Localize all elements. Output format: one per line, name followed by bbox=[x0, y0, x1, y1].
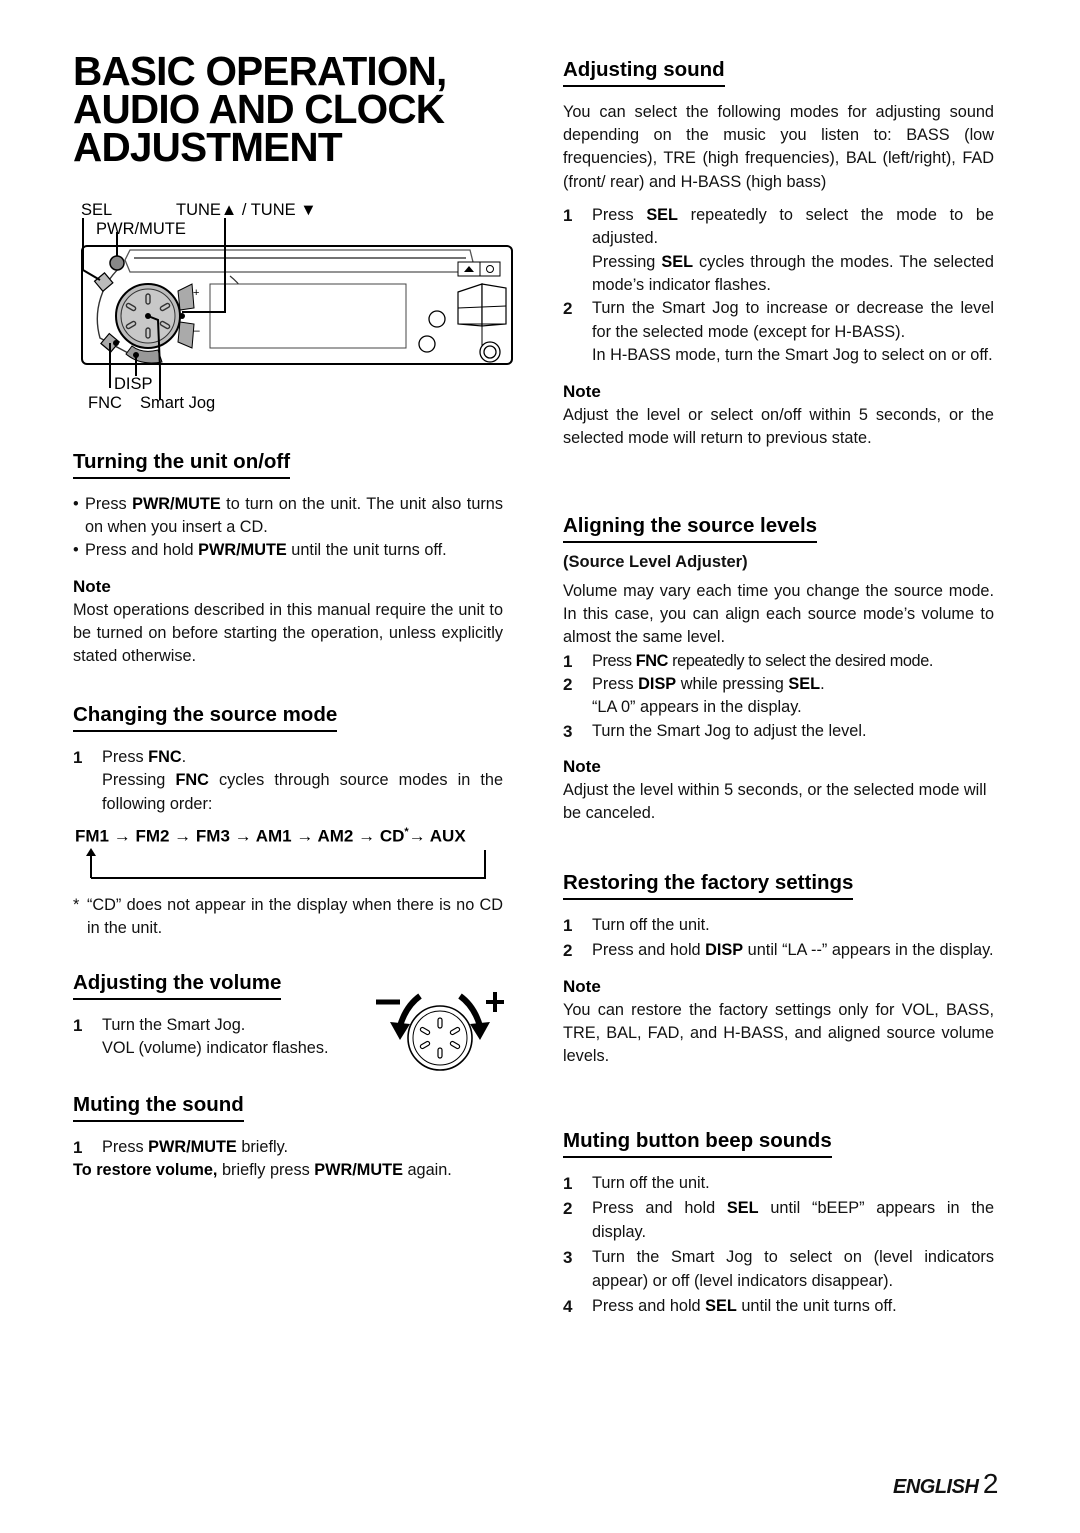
bullet-dot: • bbox=[73, 495, 79, 513]
bullet-item: • Press PWR/MUTE to turn on the unit. The… bbox=[73, 495, 503, 537]
bullet-dot: • bbox=[73, 541, 79, 560]
title-line: AUDIO AND CLOCK bbox=[73, 86, 445, 132]
section-heading: Aligning the source levels bbox=[563, 514, 818, 543]
footnote-mark: * bbox=[73, 896, 80, 914]
step-number: 1 bbox=[73, 748, 83, 767]
step-number: 1 bbox=[73, 1138, 83, 1157]
section-turning-on-off: Turning the unit on/off • Press PWR/MUTE … bbox=[73, 450, 503, 668]
step-number: 3 bbox=[563, 721, 573, 741]
step-item: 3 Turn the Smart Jog to adjust the level… bbox=[563, 720, 994, 743]
step-item: 1 Press PWR/MUTE briefly. bbox=[73, 1136, 513, 1159]
smart-jog-rotation-icon bbox=[376, 992, 504, 1071]
step-number: 2 bbox=[563, 675, 573, 695]
step-item: 1 Press SEL repeatedly to select the mod… bbox=[563, 205, 994, 295]
section-adjusting-sound: Adjusting sound You can select the follo… bbox=[563, 58, 994, 450]
section-muting-beep-sounds: Muting button beep sounds 1 Turn off the… bbox=[563, 1129, 994, 1318]
step-item: 2 Press and hold SEL until “bEEP” appear… bbox=[563, 1199, 994, 1241]
fnc-label: FNC bbox=[88, 394, 122, 412]
intro-text: You can select the following modes for a… bbox=[563, 103, 994, 191]
note-label: Note bbox=[563, 381, 601, 401]
tune-label: TUNE▲ / TUNE ▼ bbox=[176, 201, 317, 219]
step-number: 3 bbox=[563, 1248, 573, 1268]
step-number: 1 bbox=[73, 1016, 83, 1035]
step-item: 2 Press DISP while pressing SEL. “LA 0” … bbox=[563, 675, 825, 717]
step-number: 1 bbox=[563, 1174, 573, 1193]
cycle-return-arrow-icon bbox=[86, 848, 486, 879]
step-item: 2 Turn the Smart Jog to increase or decr… bbox=[563, 299, 994, 365]
bullet-item: • Press and hold PWR/MUTE until the unit … bbox=[73, 539, 503, 562]
sel-label: SEL bbox=[81, 201, 113, 219]
svg-text:–: – bbox=[193, 323, 200, 337]
subheading: (Source Level Adjuster) bbox=[563, 553, 748, 571]
step-number: 2 bbox=[563, 1199, 573, 1219]
section-heading: Adjusting the volume bbox=[73, 971, 282, 1000]
step-item: 1 Turn off the unit. bbox=[563, 914, 994, 937]
title-line: BASIC OPERATION, bbox=[73, 48, 447, 94]
step-item: 1 Press FNC repeatedly to select the des… bbox=[563, 650, 994, 673]
source-mode-cycle-diagram: FM1 → FM2 → FM3 → AM1 → AM2 → CD*→ AUX bbox=[75, 826, 505, 882]
step-number: 2 bbox=[563, 941, 573, 961]
restore-volume-text: To restore volume, briefly press PWR/MUT… bbox=[73, 1161, 452, 1180]
section-muting-sound: Muting the sound 1 Press PWR/MUTE briefl… bbox=[73, 1093, 513, 1183]
page-footer: ENGLISH 2 bbox=[893, 1468, 998, 1500]
device-diagram: + – SEL TUNE▲ / TUNE ▼ PWR/MUTE DISP FNC… bbox=[70, 196, 520, 416]
step-number: 1 bbox=[563, 916, 573, 935]
section-heading: Restoring the factory settings bbox=[563, 871, 854, 900]
note-text: You can restore the factory settings onl… bbox=[563, 1000, 994, 1066]
step-item: 1 Turn off the unit. bbox=[563, 1172, 994, 1195]
section-heading: Adjusting sound bbox=[563, 58, 725, 87]
step-item: 1 Press FNC. Pressing FNC cycles through… bbox=[73, 748, 503, 813]
page-title: BASIC OPERATION, AUDIO AND CLOCK ADJUSTM… bbox=[73, 48, 447, 170]
section-changing-source-mode: Changing the source mode 1 Press FNC. Pr… bbox=[73, 703, 503, 816]
step-number: 2 bbox=[563, 299, 573, 319]
footnote-text: “CD” does not appear in the display when… bbox=[87, 896, 503, 938]
section-heading: Muting the sound bbox=[73, 1093, 244, 1122]
note-label: Note bbox=[563, 757, 601, 777]
step-item: 2 Press and hold DISP until “LA --” appe… bbox=[563, 939, 994, 962]
note-label: Note bbox=[73, 576, 111, 596]
step-item: 3 Turn the Smart Jog to select on (level… bbox=[563, 1248, 994, 1290]
footnote: * “CD” does not appear in the display whe… bbox=[73, 894, 503, 940]
step-item: 4 Press and hold SEL until the unit turn… bbox=[563, 1295, 994, 1318]
section-restoring-factory-settings: Restoring the factory settings 1 Turn of… bbox=[563, 871, 994, 1068]
section-heading: Muting button beep sounds bbox=[563, 1129, 832, 1158]
step-number: 1 bbox=[563, 205, 573, 225]
note-text: Adjust the level or select on/off within… bbox=[563, 405, 994, 447]
language-label: ENGLISH bbox=[893, 1476, 979, 1498]
note-text: Most operations described in this manual… bbox=[73, 600, 503, 666]
section-aligning-source-levels: Aligning the source levels (Source Level… bbox=[563, 514, 994, 826]
page-number: 2 bbox=[982, 1468, 999, 1499]
section-heading: Turning the unit on/off bbox=[73, 450, 291, 479]
smart-jog-label: Smart Jog bbox=[140, 394, 216, 412]
svg-text:+: + bbox=[193, 287, 199, 299]
note-text: Adjust the level within 5 seconds, or th… bbox=[563, 781, 987, 823]
step-number: 1 bbox=[563, 651, 573, 671]
intro-text: Volume may vary each time you change the… bbox=[563, 582, 994, 647]
section-heading: Changing the source mode bbox=[73, 703, 338, 732]
disp-label: DISP bbox=[114, 375, 153, 393]
step-number: 4 bbox=[563, 1297, 573, 1317]
pwr-mute-label: PWR/MUTE bbox=[96, 220, 186, 238]
note-label: Note bbox=[563, 976, 601, 996]
title-line: ADJUSTMENT bbox=[73, 124, 343, 170]
